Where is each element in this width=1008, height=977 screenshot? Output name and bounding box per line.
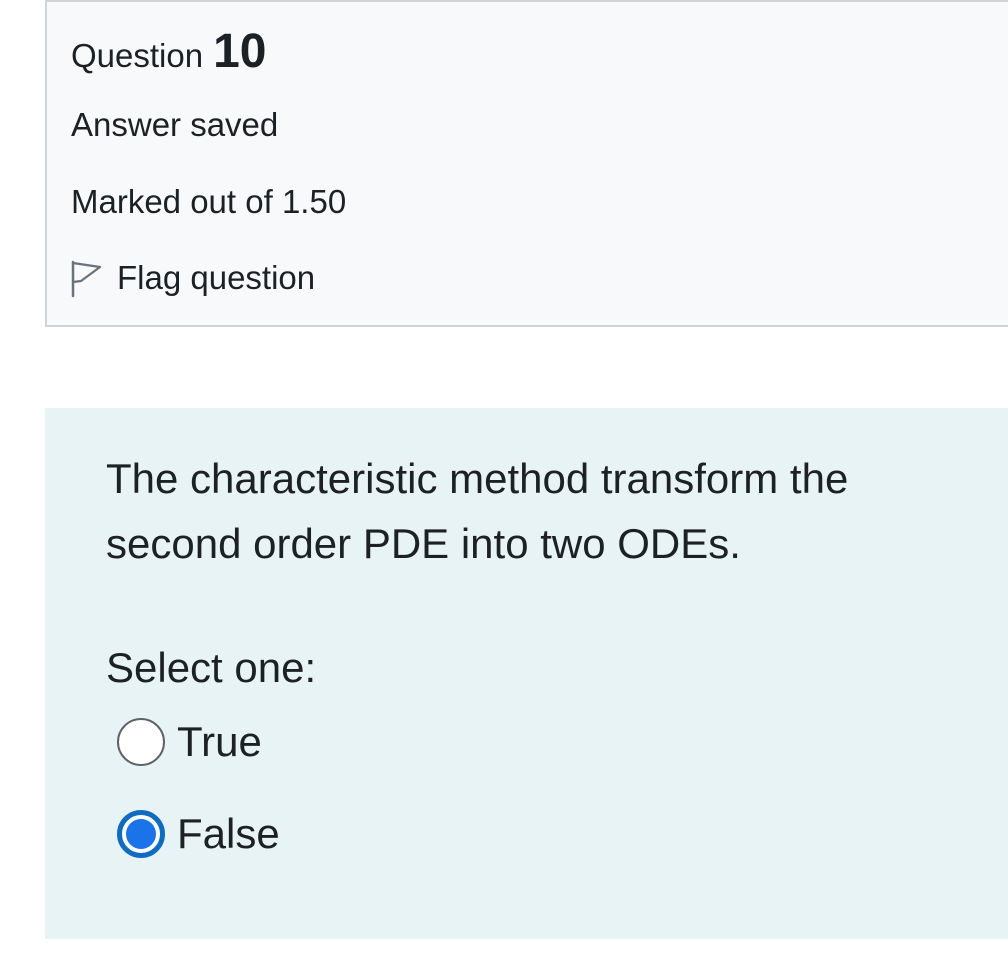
question-number: 10 bbox=[213, 25, 267, 78]
question-content-panel: The characteristic method transform the … bbox=[45, 408, 1008, 939]
flag-question-label: Flag question bbox=[117, 259, 316, 296]
answer-state: Answer saved bbox=[71, 106, 279, 143]
flag-question-button[interactable]: Flag question bbox=[69, 258, 315, 298]
question-info-panel: Question 10 Answer saved Marked out of 1… bbox=[45, 0, 1008, 327]
question-text: The characteristic method transform the … bbox=[106, 455, 849, 567]
radio-true[interactable] bbox=[117, 718, 165, 766]
answer-option-label: True bbox=[177, 718, 262, 765]
answer-option-label: False bbox=[177, 810, 280, 857]
flag-outline-icon bbox=[69, 258, 103, 298]
answer-prompt: Select one: bbox=[106, 644, 317, 691]
question-grade: Marked out of 1.50 bbox=[71, 183, 347, 220]
radio-false[interactable] bbox=[117, 810, 165, 858]
question-label: Question bbox=[71, 37, 204, 74]
question-heading: Question 10 bbox=[71, 24, 266, 79]
answer-option-false[interactable]: False bbox=[117, 810, 280, 858]
answer-option-true[interactable]: True bbox=[117, 718, 262, 766]
